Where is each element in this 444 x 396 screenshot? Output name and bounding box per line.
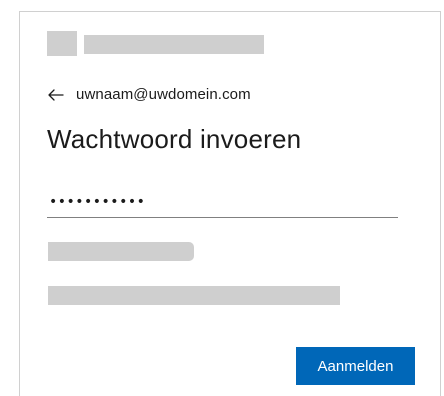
logo-placeholder-square bbox=[47, 31, 77, 56]
logo-placeholder-text bbox=[84, 35, 264, 54]
back-arrow-icon bbox=[48, 88, 64, 101]
other-sign-in-link-placeholder[interactable] bbox=[48, 286, 340, 305]
password-input[interactable] bbox=[47, 186, 398, 218]
account-email: uwnaam@uwdomein.com bbox=[76, 85, 251, 103]
sign-in-button[interactable]: Aanmelden bbox=[296, 347, 415, 385]
back-to-account-button[interactable]: uwnaam@uwdomein.com bbox=[48, 83, 251, 105]
forgot-password-link-placeholder[interactable] bbox=[48, 242, 194, 261]
page-title: Wachtwoord invoeren bbox=[47, 124, 302, 154]
